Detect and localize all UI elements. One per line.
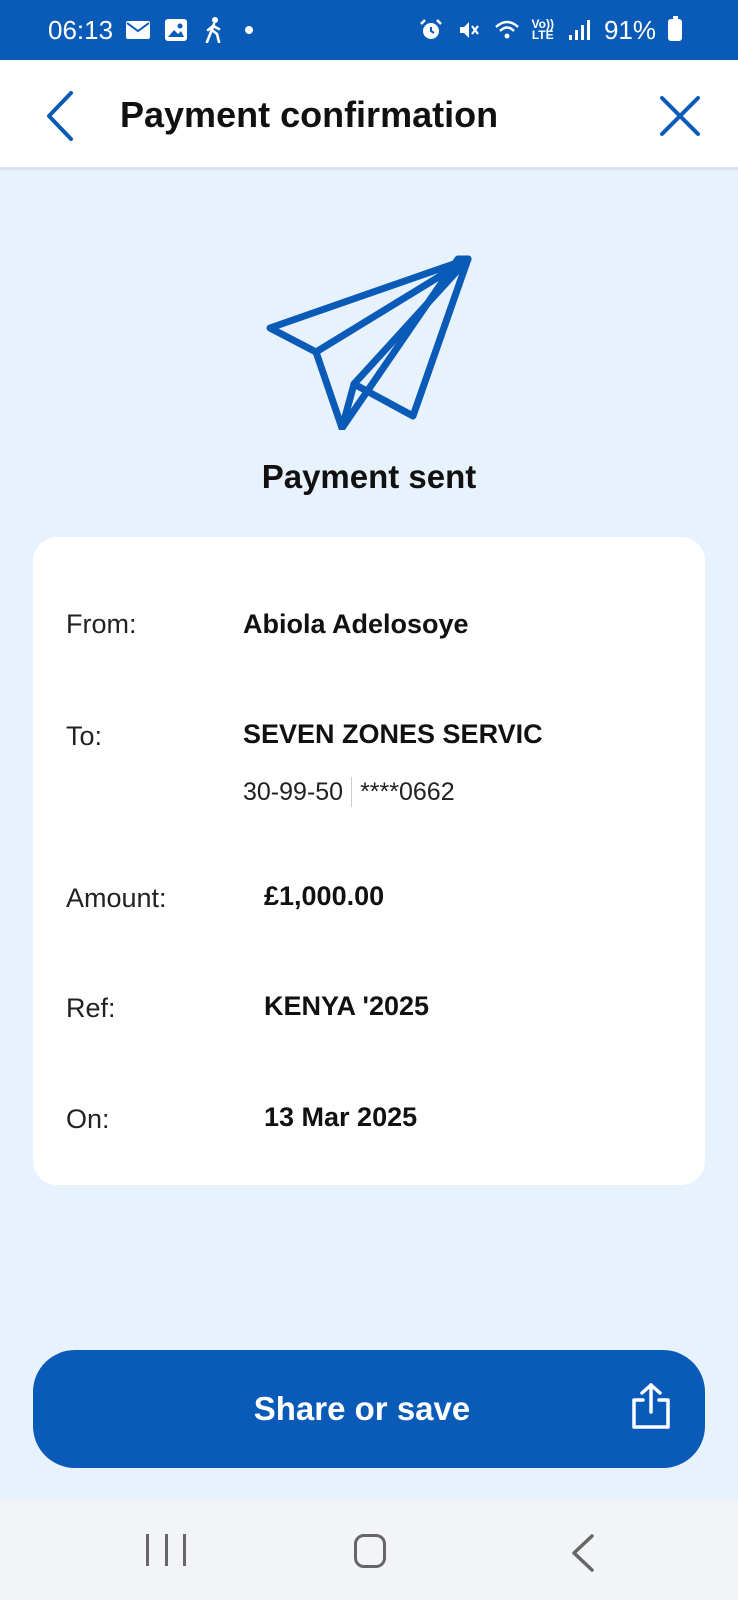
ref-label: Ref: <box>66 993 116 1023</box>
back-button[interactable] <box>40 88 80 144</box>
from-label: From: <box>66 609 137 639</box>
status-bar-right: Vo)) LTE 91% <box>418 15 682 46</box>
back-icon[interactable] <box>568 1533 598 1573</box>
mute-icon <box>456 17 482 43</box>
divider <box>351 777 353 807</box>
walking-icon <box>201 17 227 43</box>
wifi-icon <box>494 17 520 43</box>
account-number: ****0662 <box>360 777 455 806</box>
close-button[interactable] <box>656 92 704 140</box>
from-value: Abiola Adelosoye <box>243 609 469 639</box>
status-bar-left: 06:13 <box>48 14 254 46</box>
ref-value: KENYA '2025 <box>264 991 430 1021</box>
battery-icon <box>668 16 682 41</box>
share-button-label: Share or save <box>253 1390 471 1427</box>
share-icon <box>632 1383 670 1429</box>
signal-icon <box>566 17 592 43</box>
notification-dot <box>245 26 254 34</box>
share-or-save-button[interactable]: Share or save <box>33 1350 705 1468</box>
paper-plane-icon <box>266 255 472 430</box>
battery-percent: 91% <box>603 14 656 45</box>
amount-value: £1,000.00 <box>264 881 385 911</box>
close-icon <box>660 96 700 136</box>
on-label: On: <box>66 1104 110 1134</box>
status-time: 06:13 <box>48 14 114 45</box>
status-bar: 06:13 Vo)) LTE 91% <box>0 0 738 60</box>
home-icon[interactable] <box>354 1534 386 1568</box>
to-label: To: <box>66 721 103 751</box>
account-details: 30-99-50 ****0662 <box>243 777 455 807</box>
sort-code: 30-99-50 <box>243 777 344 806</box>
payment-details-card: From: Abiola Adelosoye To: SEVEN ZONES S… <box>33 537 705 1185</box>
on-value: 13 Mar 2025 <box>264 1102 418 1132</box>
to-value: SEVEN ZONES SERVIC <box>243 719 543 749</box>
volte-icon: Vo)) LTE <box>531 18 554 42</box>
amount-label: Amount: <box>66 883 167 913</box>
mail-icon <box>125 17 151 43</box>
payment-sent-title: Payment sent <box>261 458 477 495</box>
alarm-icon <box>418 17 444 43</box>
app-bar: Payment confirmation <box>0 60 738 170</box>
recent-apps-icon[interactable] <box>146 1534 186 1570</box>
page-title: Payment confirmation <box>120 94 499 135</box>
lte-label: LTE <box>531 28 554 42</box>
chevron-left-icon <box>47 91 73 141</box>
image-icon <box>163 17 189 43</box>
system-nav-bar <box>0 1500 738 1600</box>
